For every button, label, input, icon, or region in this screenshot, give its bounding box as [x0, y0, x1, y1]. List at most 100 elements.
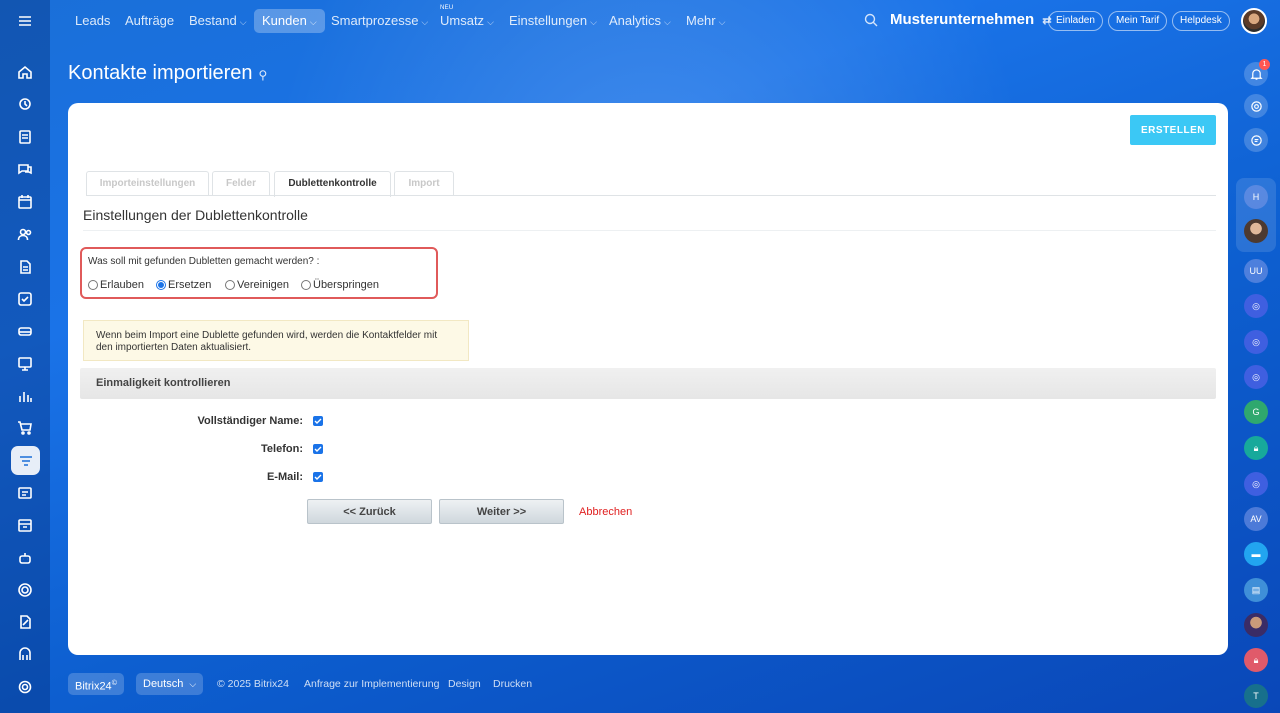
chat-icon[interactable] — [12, 156, 38, 182]
chat-avatar[interactable]: G — [1244, 400, 1268, 424]
schedule-icon[interactable] — [12, 512, 38, 538]
board-icon[interactable] — [12, 351, 38, 377]
info-note: Wenn beim Import eine Dublette gefunden … — [83, 320, 469, 361]
nav-einstellungen[interactable]: Einstellungen ⌵ — [501, 9, 605, 33]
contacts-icon[interactable] — [12, 221, 38, 247]
chat-avatar[interactable]: UU — [1244, 259, 1268, 283]
notification-badge: 1 — [1259, 59, 1270, 70]
bot-icon[interactable] — [12, 545, 38, 571]
radio-button-checked[interactable] — [156, 280, 166, 290]
footer-link-implementation[interactable]: Anfrage zur Implementierung — [304, 678, 439, 690]
lock-icon[interactable]: 🔒︎ — [1244, 648, 1268, 672]
radio-vereinigen[interactable]: Vereinigen — [225, 279, 289, 291]
cancel-link[interactable]: Abbrechen — [579, 506, 632, 518]
chevron-down-icon: ⌵ — [590, 17, 597, 27]
contact-card-icon[interactable]: ▤ — [1244, 578, 1268, 602]
crm-funnel-icon[interactable] — [11, 446, 40, 475]
right-sidebar: 1 H UU ◎ ◎ ◎ G 🔒︎ ◎ AV ▬ ▤ 🔒︎ T — [1232, 42, 1280, 713]
duplicate-action-group: Was soll mit gefunden Dubletten gemacht … — [80, 247, 438, 299]
nav-umsatz[interactable]: Umsatz ⌵ — [432, 9, 502, 33]
sites-icon[interactable] — [12, 480, 38, 506]
messenger-icon[interactable] — [1244, 128, 1268, 152]
apps-icon[interactable] — [12, 642, 38, 668]
nav-mehr[interactable]: Mehr ⌵ — [678, 9, 733, 33]
bitrix24-logo-button[interactable]: Bitrix24© — [68, 673, 124, 695]
chevron-down-icon: ⌵ — [487, 17, 494, 27]
invite-button[interactable]: Einladen — [1048, 11, 1103, 31]
footer-link-design[interactable]: Design — [448, 678, 481, 690]
nav-bestand[interactable]: Bestand ⌵ — [181, 9, 255, 33]
copilot-chat-icon[interactable]: ◎ — [1244, 472, 1268, 496]
tab-felder[interactable]: Felder — [212, 171, 270, 196]
footer: Bitrix24© Deutsch ⌵ © 2025 Bitrix24 Anfr… — [68, 673, 768, 695]
sign-icon[interactable] — [12, 609, 38, 635]
footer-link-print[interactable]: Drucken — [493, 678, 532, 690]
email-checkbox[interactable] — [313, 472, 323, 482]
chevron-down-icon: ⌵ — [239, 17, 247, 27]
my-plan-button[interactable]: Mein Tarif — [1108, 11, 1168, 31]
nav-auftraege[interactable]: Aufträge — [117, 9, 182, 33]
tasks-icon[interactable] — [12, 124, 38, 150]
radio-ueberspringen[interactable]: Überspringen — [301, 279, 379, 291]
target-icon[interactable] — [12, 577, 38, 603]
nav-leads[interactable]: Leads — [67, 9, 118, 33]
home-icon[interactable] — [12, 59, 38, 85]
tab-dublettenkontrolle[interactable]: Dublettenkontrolle — [274, 171, 391, 197]
nav-kunden[interactable]: Kunden ⌵ — [254, 9, 325, 33]
lock-icon[interactable]: 🔒︎ — [1244, 436, 1268, 460]
chat-avatar[interactable] — [1244, 613, 1268, 637]
radio-button[interactable] — [225, 280, 235, 290]
duplicate-question: Was soll mit gefunden Dubletten gemacht … — [88, 256, 320, 267]
field-full-name: Vollständiger Name: — [68, 414, 323, 430]
import-card: ERSTELLEN Importeinstellungen Felder Dub… — [68, 103, 1228, 655]
chat-avatar[interactable]: H — [1244, 185, 1268, 209]
radio-button[interactable] — [301, 280, 311, 290]
search-icon[interactable] — [864, 13, 878, 27]
field-telefon: Telefon: — [68, 442, 323, 458]
left-sidebar — [0, 0, 50, 713]
drive-icon[interactable] — [12, 318, 38, 344]
shop-cart-icon[interactable] — [12, 415, 38, 441]
analytics-icon[interactable] — [12, 383, 38, 409]
feed-icon[interactable] — [12, 91, 38, 117]
top-navigation: Leads Aufträge Bestand ⌵ Kunden ⌵ Smartpro… — [50, 0, 1280, 42]
helpdesk-button[interactable]: Helpdesk — [1172, 11, 1230, 31]
language-select[interactable]: Deutsch ⌵ — [136, 673, 204, 695]
copilot-chat-icon[interactable]: ◎ — [1244, 294, 1268, 318]
pin-icon[interactable]: ⚲ — [259, 68, 268, 82]
next-button[interactable]: Weiter >> — [439, 499, 564, 524]
nav-smartprozesse[interactable]: Smartprozesse ⌵ — [323, 9, 436, 33]
calendar-icon[interactable] — [12, 189, 38, 215]
radio-erlauben[interactable]: Erlauben — [88, 279, 144, 291]
chevron-down-icon: ⌵ — [664, 17, 671, 27]
settings-gear-icon[interactable] — [12, 674, 38, 700]
chat-avatar[interactable] — [1244, 219, 1268, 243]
chat-avatar[interactable]: AV — [1244, 507, 1268, 531]
field-email: E-Mail: — [68, 470, 323, 486]
back-button[interactable]: << Zurück — [307, 499, 432, 524]
chat-avatar[interactable]: T — [1244, 684, 1268, 708]
section-divider — [83, 230, 1216, 231]
telefon-checkbox[interactable] — [313, 444, 323, 454]
checklist-icon[interactable] — [12, 286, 38, 312]
company-switcher[interactable]: Musterunternehmen ⇄ — [890, 11, 1052, 28]
copilot-chat-icon[interactable]: ◎ — [1244, 365, 1268, 389]
full-name-checkbox[interactable] — [313, 416, 323, 426]
section-title: Einstellungen der Dublettenkontrolle — [83, 207, 308, 223]
tab-importeinstellungen[interactable]: Importeinstellungen — [86, 171, 209, 196]
radio-ersetzen[interactable]: Ersetzen — [156, 279, 211, 291]
menu-icon[interactable] — [12, 8, 38, 34]
chevron-down-icon: ⌵ — [189, 679, 197, 689]
copilot-icon[interactable] — [1244, 94, 1268, 118]
radio-button[interactable] — [88, 280, 98, 290]
chat-bubble-icon[interactable]: ▬ — [1244, 542, 1268, 566]
user-avatar[interactable] — [1241, 8, 1267, 34]
chevron-down-icon: ⌵ — [718, 17, 726, 27]
page-title: Kontakte importieren ⚲ — [68, 62, 268, 84]
chevron-down-icon: ⌵ — [421, 17, 429, 27]
tab-import[interactable]: Import — [394, 171, 454, 196]
nav-analytics[interactable]: Analytics ⌵ — [601, 9, 679, 33]
copilot-chat-icon[interactable]: ◎ — [1244, 330, 1268, 354]
document-icon[interactable] — [12, 254, 38, 280]
create-button[interactable]: ERSTELLEN — [1130, 115, 1216, 145]
